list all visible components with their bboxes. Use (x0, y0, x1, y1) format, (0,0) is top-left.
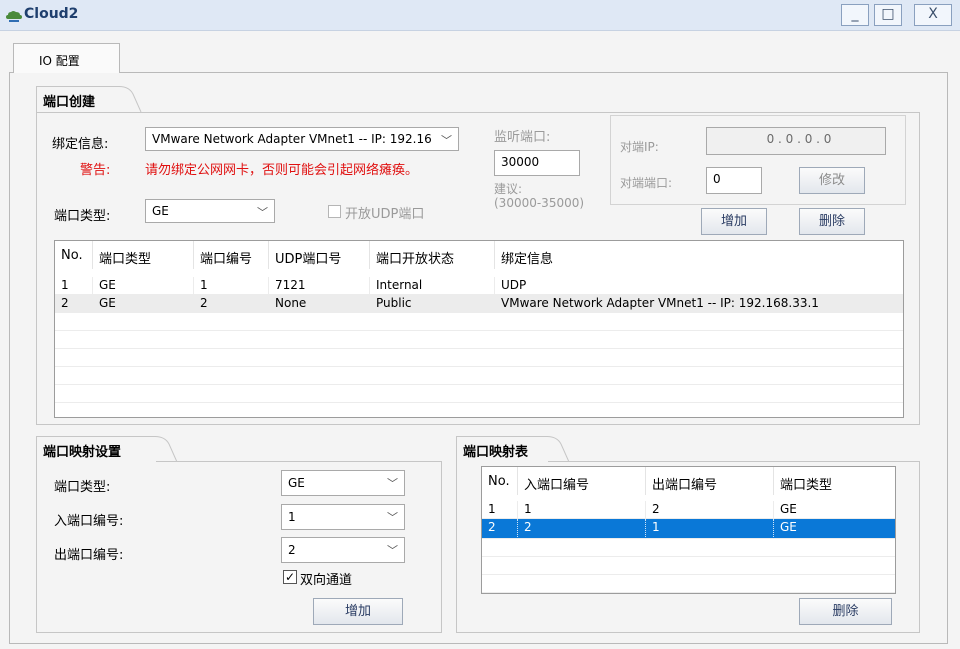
warning-text: 请勿绑定公网网卡，否则可能会引起网络瘫痪。 (145, 163, 419, 178)
port-map-table-title: 端口映射表 (456, 436, 548, 462)
out-port-select[interactable]: 2 ﹀ (281, 537, 405, 563)
cell: 2 (55, 295, 93, 313)
in-port-label: 入端口编号: (54, 514, 124, 529)
cell: 2 (482, 519, 518, 537)
empty-row (55, 331, 903, 349)
chevron-down-icon: ﹀ (387, 544, 398, 557)
col-port-type: 端口类型 (93, 241, 194, 269)
delete-mapping-button[interactable]: 删除 (799, 598, 892, 625)
suggest-label: 建议: (494, 182, 523, 196)
col-open-state: 端口开放状态 (370, 241, 495, 269)
col-no: No. (482, 467, 518, 495)
port-type-label: 端口类型: (54, 209, 111, 224)
group-tab-corner (119, 86, 142, 112)
table-row-selected[interactable]: 2 2 1 GE (482, 519, 895, 539)
empty-row (55, 403, 903, 417)
listen-port-input[interactable]: 30000 (494, 150, 580, 176)
empty-row (482, 557, 895, 575)
add-mapping-button[interactable]: 增加 (313, 598, 403, 625)
binding-label: 绑定信息: (52, 137, 109, 152)
map-port-type-label: 端口类型: (54, 480, 111, 495)
col-out-port: 出端口编号 (646, 467, 774, 495)
delete-port-button[interactable]: 删除 (799, 208, 865, 235)
empty-row (55, 313, 903, 331)
cell: GE (780, 520, 797, 534)
cell: 1 (55, 277, 93, 295)
col-port-type: 端口类型 (780, 478, 833, 493)
port-type-select-value: GE (152, 204, 169, 218)
cell: 7121 (269, 277, 370, 295)
cell: 1 (194, 277, 269, 295)
binding-select-value: VMware Network Adapter VMnet1 -- IP: 192… (152, 132, 432, 146)
maximize-button[interactable]: □ (874, 4, 902, 26)
cell: Internal (370, 277, 495, 295)
peer-ip-label: 对端IP: (620, 140, 659, 154)
binding-select[interactable]: VMware Network Adapter VMnet1 -- IP: 192… (145, 127, 459, 151)
chevron-down-icon: ﹀ (387, 477, 398, 490)
empty-row (55, 385, 903, 403)
chevron-down-icon: ﹀ (387, 511, 398, 524)
cell: 2 (646, 501, 774, 519)
cell: 2 (194, 295, 269, 313)
cell: 1 (646, 519, 774, 537)
chevron-down-icon: ﹀ (441, 134, 452, 147)
table-row[interactable]: 2 GE 2 None Public VMware Network Adapte… (55, 295, 903, 313)
map-port-type-select[interactable]: GE ﹀ (281, 470, 405, 496)
cell: Public (370, 295, 495, 313)
bidirectional-label: 双向通道 (300, 573, 353, 588)
cell: None (269, 295, 370, 313)
open-udp-checkbox[interactable] (328, 205, 341, 218)
suggest-range: (30000-35000) (494, 196, 585, 210)
in-port-select[interactable]: 1 ﹀ (281, 504, 405, 530)
close-button[interactable]: X (914, 4, 952, 26)
tab-io-config[interactable]: IO 配置 (13, 43, 120, 73)
title-bar (0, 0, 960, 31)
modify-button[interactable]: 修改 (799, 167, 865, 194)
cell: GE (93, 277, 194, 295)
empty-row (55, 367, 903, 385)
chevron-down-icon: ﹀ (257, 206, 268, 219)
cell: 1 (482, 501, 518, 519)
port-map-settings-title: 端口映射设置 (36, 436, 156, 462)
col-udp-port: UDP端口号 (269, 241, 370, 269)
window-title: Cloud2 (24, 6, 79, 22)
port-type-select[interactable]: GE ﹀ (145, 199, 275, 223)
peer-port-label-text: 对端端口: (620, 176, 673, 190)
port-create-title: 端口创建 (36, 86, 120, 112)
peer-ip-input[interactable]: 0 . 0 . 0 . 0 (706, 127, 886, 155)
cell: 2 (518, 519, 646, 537)
peer-port-input[interactable]: 0 (706, 167, 762, 194)
map-port-type-value: GE (288, 476, 305, 490)
add-port-button[interactable]: 增加 (701, 208, 767, 235)
empty-row (482, 539, 895, 557)
out-port-label: 出端口编号: (54, 548, 124, 563)
bidirectional-checkbox[interactable]: ✓ (283, 570, 297, 584)
cell: GE (93, 295, 194, 313)
group-tab-corner (155, 436, 178, 462)
mapping-table: No. 入端口编号 出端口编号 端口类型 1 1 2 GE 2 2 1 GE (481, 466, 896, 594)
cell: 1 (518, 501, 646, 519)
col-binding: 绑定信息 (501, 252, 554, 267)
cell: VMware Network Adapter VMnet1 -- IP: 192… (501, 296, 819, 310)
warning-label: 警告: (80, 163, 111, 178)
table-row[interactable]: 1 1 2 GE (482, 501, 895, 519)
col-no: No. (55, 241, 93, 269)
listen-port-label: 监听端口: (494, 130, 551, 145)
out-port-value: 2 (288, 543, 296, 557)
empty-row (482, 575, 895, 593)
col-port-number: 端口编号 (194, 241, 269, 269)
table-row[interactable]: 1 GE 1 7121 Internal UDP (55, 277, 903, 295)
empty-row (55, 349, 903, 367)
group-tab-corner (547, 436, 570, 462)
port-table: No. 端口类型 端口编号 UDP端口号 端口开放状态 绑定信息 1 GE 1 … (54, 240, 904, 418)
cell: GE (780, 502, 797, 516)
minimize-button[interactable]: _ (841, 4, 869, 26)
col-in-port: 入端口编号 (518, 467, 646, 495)
cell: UDP (501, 278, 527, 292)
open-udp-label: 开放UDP端口 (345, 207, 425, 222)
in-port-value: 1 (288, 510, 296, 524)
cloud-app-icon (6, 11, 22, 22)
